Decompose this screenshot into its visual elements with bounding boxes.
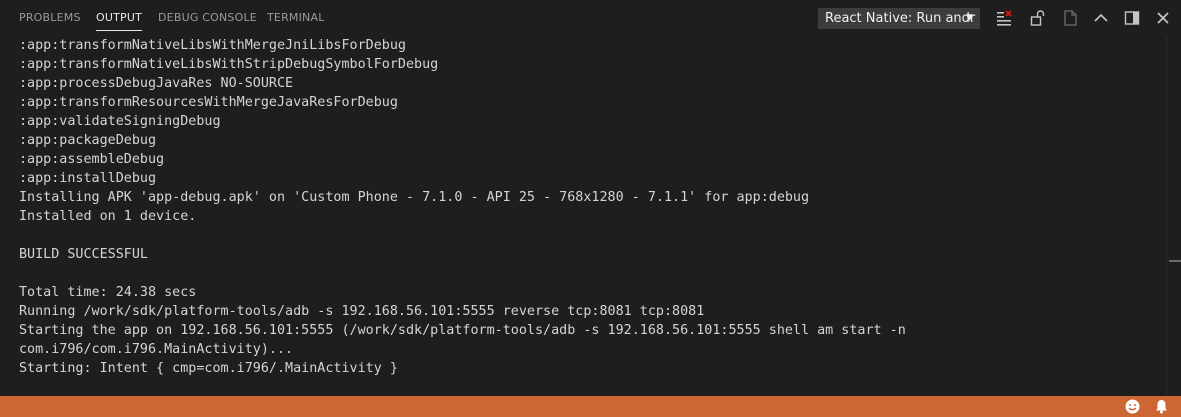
output-line: Starting the app on 192.168.56.101:5555 … [19, 323, 906, 338]
output-channel-select[interactable]: React Native: Run andr ▼ [818, 8, 980, 29]
tab-problems[interactable]: PROBLEMS [19, 0, 81, 36]
tab-debug-console[interactable]: DEBUG CONSOLE [158, 0, 257, 36]
output-line: :app:transformNativeLibsWithStripDebugSy… [19, 57, 439, 72]
output-line: BUILD SUCCESSFUL [19, 247, 148, 262]
output-line: Installed on 1 device. [19, 209, 197, 224]
output-line: :app:transformResourcesWithMergeJavaResF… [19, 95, 398, 110]
output-line: Total time: 24.38 secs [19, 285, 197, 300]
scrollbar-position-marker [1169, 260, 1181, 262]
output-panel: PROBLEMS OUTPUT DEBUG CONSOLE TERMINAL R… [0, 0, 1181, 417]
tab-output[interactable]: OUTPUT [96, 0, 143, 36]
close-icon[interactable] [1153, 8, 1173, 28]
smiley-feedback-icon[interactable] [1124, 398, 1141, 415]
bell-icon[interactable] [1153, 398, 1170, 415]
output-line: Running /work/sdk/platform-tools/adb -s … [19, 304, 705, 319]
toggle-panel-icon[interactable] [1122, 8, 1142, 28]
open-log-file-icon[interactable] [1060, 8, 1080, 28]
output-line: com.i796/com.i796.MainActivity)... [19, 342, 294, 357]
panel-tab-bar: PROBLEMS OUTPUT DEBUG CONSOLE TERMINAL R… [0, 0, 1181, 36]
chevron-up-icon[interactable] [1091, 8, 1111, 28]
tab-terminal[interactable]: TERMINAL [267, 0, 325, 36]
output-line: :app:validateSigningDebug [19, 114, 221, 129]
output-line: :app:packageDebug [19, 133, 157, 148]
output-text-area[interactable]: :app:transformNativeLibsWithMergeJniLibs… [0, 36, 1166, 396]
vertical-scrollbar[interactable] [1166, 36, 1181, 396]
output-line: :app:installDebug [19, 171, 157, 186]
output-line: :app:processDebugJavaRes NO-SOURCE [19, 76, 294, 91]
clear-output-icon[interactable] [994, 8, 1014, 28]
output-line: :app:transformNativeLibsWithMergeJniLibs… [19, 38, 406, 53]
output-line: Starting: Intent { cmp=com.i796/.MainAct… [19, 361, 398, 376]
lock-scroll-icon[interactable] [1028, 8, 1048, 28]
output-channel-value: React Native: Run andr [825, 11, 976, 26]
output-line: Installing APK 'app-debug.apk' on 'Custo… [19, 190, 810, 205]
chevron-down-icon: ▼ [966, 13, 973, 23]
output-line: :app:assembleDebug [19, 152, 165, 167]
status-bar [0, 396, 1181, 417]
